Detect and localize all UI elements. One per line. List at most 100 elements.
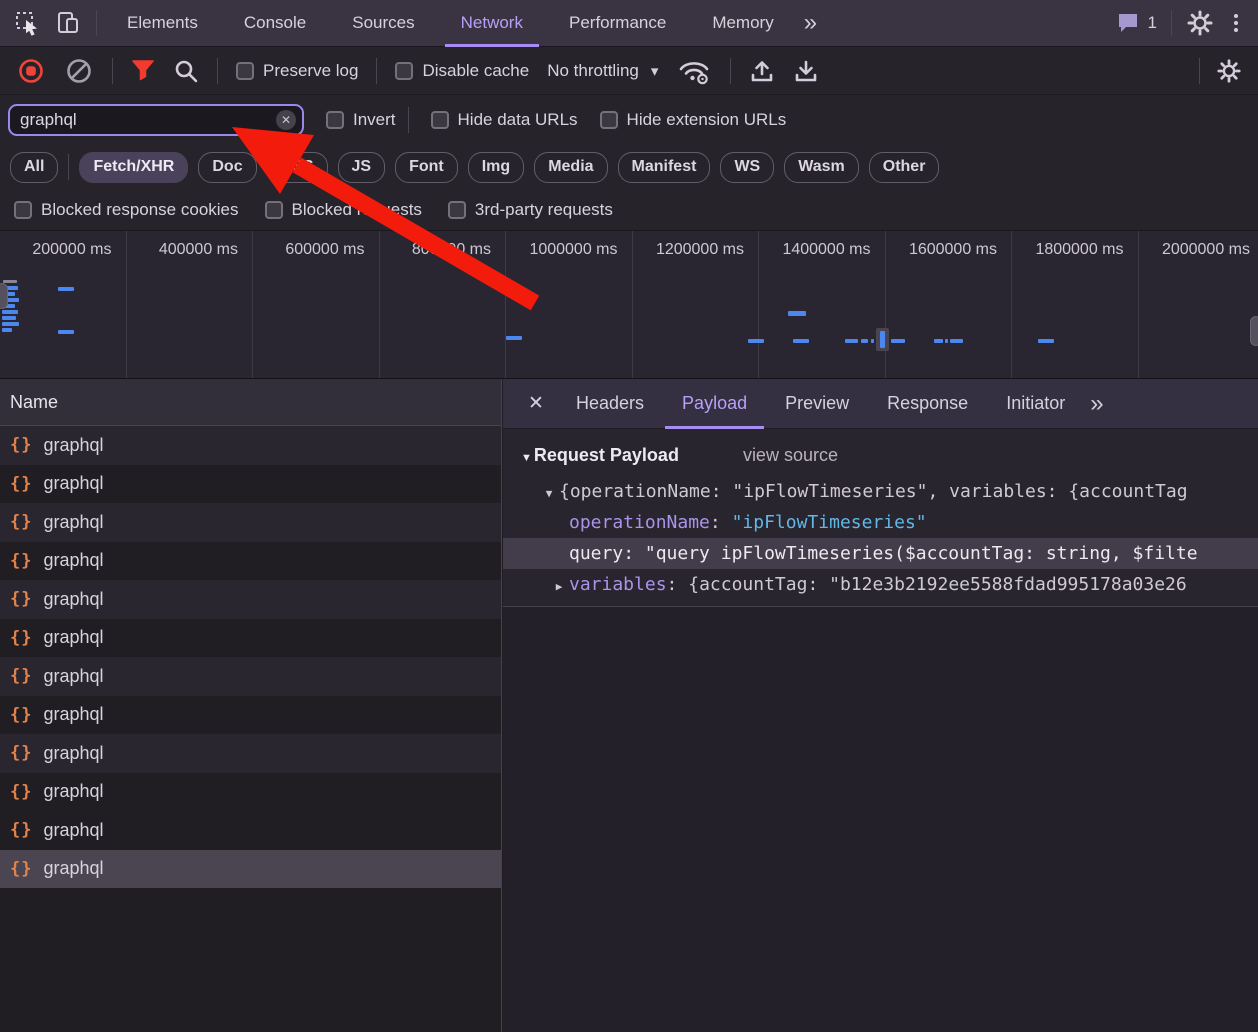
divider: [96, 10, 97, 36]
tab-memory[interactable]: Memory: [696, 0, 789, 47]
collapsed-icon[interactable]: ▶: [549, 571, 569, 600]
clear-network-log-icon[interactable]: [64, 56, 94, 86]
clear-filter-icon[interactable]: ✕: [276, 110, 296, 130]
payload-operation-name-row[interactable]: operationName: "ipFlowTimeseries": [503, 507, 1258, 538]
issues-count: 1: [1148, 13, 1157, 33]
search-icon[interactable]: [173, 58, 199, 84]
checkbox[interactable]: [448, 201, 466, 219]
checkbox[interactable]: [236, 62, 254, 80]
fetch-xhr-icon: {}: [10, 435, 32, 455]
divider: [1171, 10, 1172, 36]
chip-all[interactable]: All: [10, 152, 58, 183]
tab-performance[interactable]: Performance: [553, 0, 682, 47]
chip-fetch-xhr[interactable]: Fetch/XHR: [79, 152, 188, 183]
more-tabs-icon[interactable]: »: [804, 11, 817, 35]
hide-data-urls-checkbox[interactable]: Hide data URLs: [431, 110, 578, 130]
fetch-xhr-icon: {}: [10, 589, 32, 609]
payload-summary-row[interactable]: ▼{operationName: "ipFlowTimeseries", var…: [503, 476, 1258, 507]
timeline-tick: 600000 ms: [253, 231, 380, 378]
record-network-log-icon[interactable]: [16, 56, 46, 86]
name-column-header[interactable]: Name: [0, 379, 501, 426]
tab-network[interactable]: Network: [445, 0, 539, 47]
tab-elements[interactable]: Elements: [111, 0, 214, 47]
inspect-element-icon[interactable]: [14, 10, 40, 36]
checkbox[interactable]: [14, 201, 32, 219]
checkbox[interactable]: [431, 111, 449, 129]
fetch-xhr-icon: {}: [10, 551, 32, 571]
timeline-tick: 2000000 ms: [1139, 231, 1258, 378]
checkbox[interactable]: [326, 111, 344, 129]
request-row[interactable]: {}graphql: [0, 773, 501, 812]
blocked-requests-checkbox[interactable]: Blocked requests: [265, 200, 422, 220]
chip-js[interactable]: JS: [338, 152, 386, 183]
fetch-xhr-icon: {}: [10, 474, 32, 494]
section-expanded-icon[interactable]: ▼: [521, 452, 532, 464]
tab-response[interactable]: Response: [870, 379, 985, 429]
menu-dots-icon[interactable]: [1228, 14, 1244, 32]
disable-cache-checkbox[interactable]: Disable cache: [395, 61, 529, 81]
third-party-requests-checkbox[interactable]: 3rd-party requests: [448, 200, 613, 220]
chip-manifest[interactable]: Manifest: [618, 152, 711, 183]
tab-preview[interactable]: Preview: [768, 379, 866, 429]
tab-payload[interactable]: Payload: [665, 379, 764, 429]
chip-wasm[interactable]: Wasm: [784, 152, 859, 183]
checkbox[interactable]: [600, 111, 618, 129]
chip-other[interactable]: Other: [869, 152, 940, 183]
request-type-chips: All Fetch/XHR Doc CSS JS Font Img Media …: [0, 144, 1258, 190]
device-toolbar-icon[interactable]: [54, 10, 82, 36]
request-row-selected[interactable]: {}graphql: [0, 850, 501, 889]
request-row[interactable]: {}graphql: [0, 734, 501, 773]
tab-console[interactable]: Console: [228, 0, 322, 47]
request-row[interactable]: {}graphql: [0, 619, 501, 658]
hide-extension-urls-checkbox[interactable]: Hide extension URLs: [600, 110, 787, 130]
chip-font[interactable]: Font: [395, 152, 458, 183]
request-row[interactable]: {}graphql: [0, 426, 501, 465]
chip-css[interactable]: CSS: [267, 152, 328, 183]
settings-gear-icon[interactable]: [1186, 9, 1214, 37]
payload-variables-row[interactable]: ▶variables: {accountTag: "b12e3b2192ee55…: [503, 569, 1258, 600]
request-row[interactable]: {}graphql: [0, 580, 501, 619]
network-settings-gear-icon[interactable]: [1216, 58, 1242, 84]
fetch-xhr-icon: {}: [10, 666, 32, 686]
issues-message-icon[interactable]: [1116, 12, 1140, 34]
view-source-link[interactable]: view source: [743, 445, 838, 466]
filter-input[interactable]: graphql ✕: [8, 104, 304, 136]
fetch-xhr-icon: {}: [10, 743, 32, 763]
request-row[interactable]: {}graphql: [0, 503, 501, 542]
checkbox[interactable]: [395, 62, 413, 80]
chip-media[interactable]: Media: [534, 152, 607, 183]
expanded-icon[interactable]: ▼: [539, 478, 559, 507]
request-row[interactable]: {}graphql: [0, 657, 501, 696]
timeline-tick: 1200000 ms: [633, 231, 760, 378]
request-row[interactable]: {}graphql: [0, 465, 501, 504]
fetch-xhr-icon: {}: [10, 705, 32, 725]
close-details-icon[interactable]: ✕: [517, 379, 555, 429]
tab-initiator[interactable]: Initiator: [989, 379, 1082, 429]
divider: [730, 58, 731, 84]
request-row[interactable]: {}graphql: [0, 542, 501, 581]
preserve-log-checkbox[interactable]: Preserve log: [236, 61, 358, 81]
invert-checkbox[interactable]: Invert: [326, 110, 396, 130]
tab-sources[interactable]: Sources: [336, 0, 430, 47]
checkbox[interactable]: [265, 201, 283, 219]
chip-img[interactable]: Img: [468, 152, 524, 183]
timeline-tick: 1400000 ms: [759, 231, 886, 378]
export-har-icon[interactable]: [793, 58, 819, 84]
tab-headers[interactable]: Headers: [559, 379, 661, 429]
blocked-response-cookies-checkbox[interactable]: Blocked response cookies: [14, 200, 239, 220]
request-row[interactable]: {}graphql: [0, 696, 501, 735]
network-overview-timeline[interactable]: 200000 ms 400000 ms 600000 ms 800000 ms …: [0, 231, 1258, 379]
details-empty-area: [503, 607, 1258, 1032]
network-conditions-icon[interactable]: [676, 56, 712, 86]
import-har-icon[interactable]: [749, 58, 775, 84]
throttling-select[interactable]: No throttling ▾: [547, 61, 658, 81]
divider: [112, 58, 113, 84]
filter-row: graphql ✕ Invert Hide data URLs Hide ext…: [0, 95, 1258, 144]
payload-query-row[interactable]: query: "query ipFlowTimeseries($accountT…: [503, 538, 1258, 569]
fetch-xhr-icon: {}: [10, 628, 32, 648]
chip-ws[interactable]: WS: [720, 152, 774, 183]
chip-doc[interactable]: Doc: [198, 152, 256, 183]
filter-funnel-icon[interactable]: [131, 60, 155, 82]
request-row[interactable]: {}graphql: [0, 811, 501, 850]
more-details-tabs-icon[interactable]: »: [1090, 392, 1103, 416]
